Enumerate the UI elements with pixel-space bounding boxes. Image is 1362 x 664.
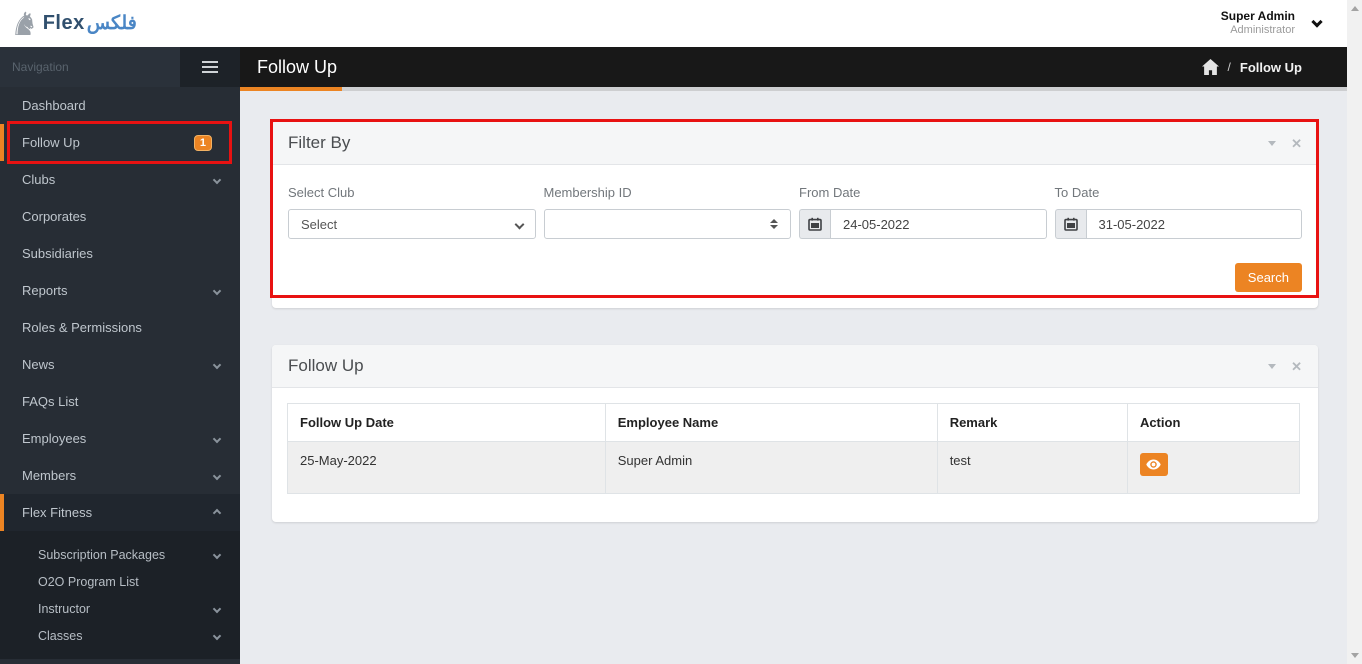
panel-title: Follow Up xyxy=(288,356,364,375)
sidebar-item-subsidiaries[interactable]: Subsidiaries xyxy=(0,235,240,272)
horse-logo-icon: ♞ xyxy=(10,5,39,42)
view-button[interactable] xyxy=(1139,453,1168,476)
follow-up-panel-header: Follow Up ✕ xyxy=(272,345,1318,388)
filter-panel: Filter By ✕ Select Club Select Membershi… xyxy=(272,122,1318,308)
table-row: 25-May-2022 Super Admin test xyxy=(287,441,1301,494)
close-icon[interactable]: ✕ xyxy=(1291,137,1302,150)
sidebar: Navigation Dashboard Follow Up 1 Clubs C… xyxy=(0,47,240,664)
calendar-icon xyxy=(1054,209,1086,239)
filter-panel-header: Filter By ✕ xyxy=(272,122,1318,165)
column-header-employee: Employee Name xyxy=(604,403,938,442)
sidebar-item-instructor[interactable]: Instructor xyxy=(0,595,240,622)
chevron-down-icon xyxy=(212,434,222,443)
sidebar-item-clubs[interactable]: Clubs xyxy=(0,161,240,198)
breadcrumb: / Follow Up xyxy=(1201,59,1302,75)
column-header-action: Action xyxy=(1126,403,1301,442)
from-date-field: From Date xyxy=(799,185,1047,239)
sidebar-item-members[interactable]: Members xyxy=(0,457,240,494)
panel-title: Filter By xyxy=(288,133,351,152)
hamburger-icon xyxy=(202,61,218,63)
sidebar-header: Navigation xyxy=(0,47,240,87)
brand-name-arabic: فلكس xyxy=(86,13,137,34)
sidebar-item-corporates[interactable]: Corporates xyxy=(0,198,240,235)
chevron-down-icon xyxy=(212,604,222,613)
follow-up-panel: Follow Up ✕ Follow Up Date Employee Name… xyxy=(272,345,1318,522)
main-area: Follow Up / Follow Up Filter By ✕ Select… xyxy=(240,47,1347,664)
chevron-up-icon xyxy=(212,508,222,517)
cell-remark: test xyxy=(936,441,1128,494)
follow-up-table: Follow Up Date Employee Name Remark Acti… xyxy=(287,403,1301,494)
to-date-field: To Date xyxy=(1054,185,1302,239)
sidebar-item-dashboard[interactable]: Dashboard xyxy=(0,87,240,124)
home-icon[interactable] xyxy=(1201,59,1219,75)
brand-logo: ♞ Flex فلكس xyxy=(10,5,137,42)
panel-tools: ✕ xyxy=(1268,360,1302,373)
follow-up-panel-body: Follow Up Date Employee Name Remark Acti… xyxy=(272,388,1318,522)
panel-tools: ✕ xyxy=(1268,137,1302,150)
sidebar-item-o2o-program-list[interactable]: O2O Program List xyxy=(0,568,240,595)
select-club-value: Select xyxy=(301,216,338,232)
chevron-down-icon xyxy=(212,286,222,295)
user-info: Super Admin Administrator xyxy=(1221,9,1295,38)
cell-follow-up-date: 25-May-2022 xyxy=(287,441,606,494)
chevron-down-icon xyxy=(212,360,222,369)
sidebar-submenu-flex-fitness: Subscription Packages O2O Program List I… xyxy=(0,531,240,659)
filter-panel-body: Select Club Select Membership ID From Da… xyxy=(272,165,1318,308)
to-date-label: To Date xyxy=(1054,185,1100,200)
user-role: Administrator xyxy=(1230,24,1295,37)
table-header-row: Follow Up Date Employee Name Remark Acti… xyxy=(287,403,1301,442)
updown-arrows-icon xyxy=(770,219,778,229)
search-button[interactable]: Search xyxy=(1234,263,1302,292)
select-club-field: Select Club Select xyxy=(288,185,536,239)
page-title: Follow Up xyxy=(257,56,338,77)
cell-employee-name: Super Admin xyxy=(604,441,938,494)
from-date-label: From Date xyxy=(799,185,861,200)
sidebar-item-flex-fitness[interactable]: Flex Fitness xyxy=(0,494,240,531)
sidebar-item-follow-up[interactable]: Follow Up 1 xyxy=(0,121,240,164)
cell-action xyxy=(1126,441,1301,494)
sidebar-item-subscription-packages[interactable]: Subscription Packages xyxy=(0,541,240,568)
column-header-date: Follow Up Date xyxy=(287,403,606,442)
from-date-input[interactable] xyxy=(830,209,1047,239)
breadcrumb-separator: / xyxy=(1227,60,1231,74)
user-name: Super Admin xyxy=(1220,9,1295,24)
scroll-up-arrow[interactable] xyxy=(1347,0,1362,17)
sidebar-item-news[interactable]: News xyxy=(0,346,240,383)
page-header-bar: Follow Up / Follow Up xyxy=(240,47,1347,87)
top-header: ♞ Flex فلكس Super Admin Administrator xyxy=(0,0,1347,47)
scrollbar[interactable] xyxy=(1347,0,1362,664)
hamburger-menu-button[interactable] xyxy=(180,47,240,87)
eye-icon xyxy=(1146,459,1162,470)
select-club-label: Select Club xyxy=(288,185,355,200)
user-menu[interactable]: Super Admin Administrator xyxy=(1221,9,1323,38)
calendar-icon xyxy=(799,209,830,239)
chevron-down-icon xyxy=(212,550,222,559)
notification-badge: 1 xyxy=(193,134,212,151)
breadcrumb-current: Follow Up xyxy=(1239,59,1302,75)
chevron-down-icon[interactable] xyxy=(1311,15,1323,28)
membership-id-dropdown[interactable] xyxy=(543,209,791,239)
sidebar-item-roles-permissions[interactable]: Roles & Permissions xyxy=(0,309,240,346)
sidebar-item-classes[interactable]: Classes xyxy=(0,622,240,649)
brand-name: Flex xyxy=(42,12,85,34)
chevron-down-icon xyxy=(212,631,222,640)
column-header-remark: Remark xyxy=(936,403,1128,442)
membership-id-label: Membership ID xyxy=(543,185,632,200)
collapse-icon[interactable] xyxy=(1268,363,1277,369)
scroll-down-arrow[interactable] xyxy=(1347,647,1362,664)
close-icon[interactable]: ✕ xyxy=(1291,360,1302,373)
chevron-down-icon xyxy=(212,175,222,184)
sidebar-section-label: Navigation xyxy=(12,60,69,74)
sidebar-item-reports[interactable]: Reports xyxy=(0,272,240,309)
collapse-icon[interactable] xyxy=(1268,140,1277,146)
content-area: Filter By ✕ Select Club Select Membershi… xyxy=(240,91,1347,664)
to-date-input[interactable] xyxy=(1085,209,1302,239)
app-window: ♞ Flex فلكس Super Admin Administrator Na… xyxy=(0,0,1347,664)
select-club-dropdown[interactable]: Select xyxy=(288,209,536,239)
chevron-down-icon xyxy=(212,471,222,480)
chevron-down-icon xyxy=(514,219,524,229)
membership-id-field: Membership ID xyxy=(543,185,791,239)
sidebar-item-employees[interactable]: Employees xyxy=(0,420,240,457)
sidebar-item-faqs-list[interactable]: FAQs List xyxy=(0,383,240,420)
